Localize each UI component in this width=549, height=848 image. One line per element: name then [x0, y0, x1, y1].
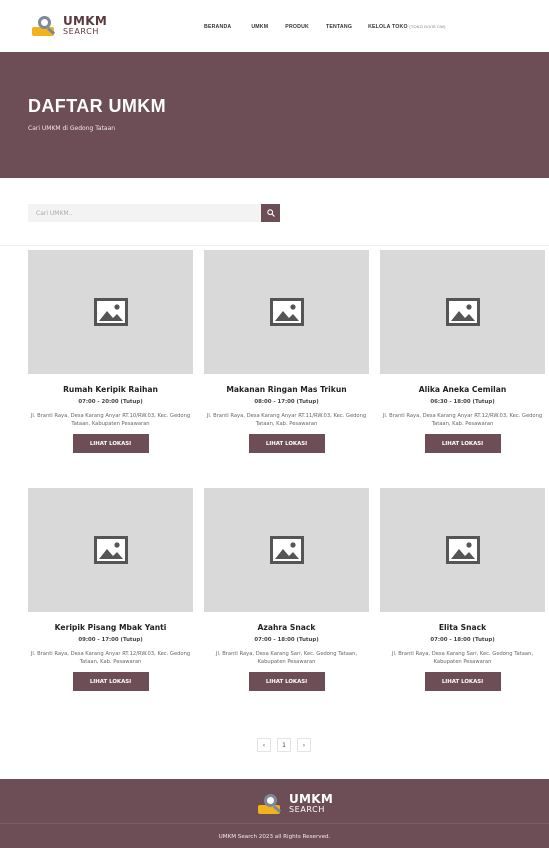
logo-text-search: SEARCH — [63, 26, 99, 36]
card-image — [204, 488, 369, 612]
footer-logo-text-umkm: UMKM — [289, 791, 334, 806]
card-title: Keripik Pisang Mbak Yanti — [54, 623, 167, 632]
nav-item-kelola-toko-label: KELOLA TOKO — [368, 24, 408, 30]
card-title: Makanan Ringan Mas Trikun — [226, 385, 347, 394]
card-address: Jl. Branti Raya, Desa Karang Anyar RT.10… — [30, 413, 191, 427]
pagination-next[interactable]: › — [297, 738, 311, 752]
card-hours: 07:00 - 18:00 (Tutup) — [430, 637, 495, 643]
card-hours: 09:00 - 17:00 (Tutup) — [78, 637, 143, 643]
pagination: ‹ 1 › — [257, 738, 311, 752]
page-title: DAFTAR UMKM — [28, 96, 167, 116]
main-nav: BERANDA UMKM PRODUK TENTANG KELOLA TOKO … — [204, 24, 446, 30]
nav-item-beranda[interactable]: BERANDA — [204, 24, 231, 30]
card-hours: 07:00 - 18:00 (Tutup) — [254, 637, 319, 643]
view-location-button[interactable]: LIHAT LOKASI — [72, 672, 149, 691]
header-logo[interactable]: UMKM SEARCH — [32, 14, 107, 36]
card-image — [28, 488, 193, 612]
search-icon — [266, 209, 275, 217]
view-location-button[interactable]: LIHAT LOKASI — [248, 434, 325, 453]
umkm-card: Rumah Keripik Raihan 07:00 - 20:00 (Tutu… — [28, 250, 193, 488]
footer: UMKM SEARCH UMKM Search 2023 all Rights … — [0, 779, 549, 848]
image-placeholder-icon — [445, 536, 480, 564]
nav-item-kelola-toko-sub: (TOKO DIVIS CW) — [409, 24, 446, 29]
card-title: Alika Aneka Cemilan — [418, 385, 507, 394]
search-button[interactable] — [261, 204, 280, 222]
image-placeholder-icon — [269, 536, 304, 564]
card-address: Jl. Branti Raya, Desa Karang Anyar RT.11… — [206, 413, 367, 427]
card-title: Rumah Keripik Raihan — [63, 385, 158, 394]
image-placeholder-icon — [269, 298, 304, 326]
pagination-page-1[interactable]: 1 — [277, 738, 291, 752]
nav-item-umkm[interactable]: UMKM — [251, 24, 268, 30]
card-title: Elita Snack — [438, 623, 487, 632]
magnifier-logo-icon — [32, 14, 60, 36]
page-subtitle: Cari UMKM di Gedong Tataan — [28, 125, 116, 132]
section-divider — [0, 245, 549, 246]
nav-item-tentang[interactable]: TENTANG — [326, 24, 352, 30]
image-placeholder-icon — [445, 298, 480, 326]
footer-divider — [0, 823, 549, 824]
card-address: Jl. Branti Raya, Desa Karang Sari, Kec. … — [391, 651, 534, 665]
nav-item-produk[interactable]: PRODUK — [285, 24, 309, 30]
card-image — [28, 250, 193, 374]
hero-banner: DAFTAR UMKM Cari UMKM di Gedong Tataan — [0, 52, 549, 178]
card-title: Azahra Snack — [257, 623, 316, 632]
magnifier-logo-icon — [258, 792, 286, 814]
image-placeholder-icon — [93, 298, 128, 326]
umkm-card: Elita Snack 07:00 - 18:00 (Tutup) Jl. Br… — [380, 488, 545, 726]
card-hours: 06:30 - 18:00 (Tutup) — [430, 399, 495, 405]
view-location-button[interactable]: LIHAT LOKASI — [424, 434, 501, 453]
top-navbar: UMKM SEARCH BERANDA UMKM PRODUK TENTANG … — [0, 0, 549, 52]
card-address: Jl. Branti Raya, Desa Karang Anyar RT.12… — [382, 413, 543, 427]
umkm-card: Alika Aneka Cemilan 06:30 - 18:00 (Tutup… — [380, 250, 545, 488]
footer-logo-text-search: SEARCH — [289, 804, 325, 814]
logo-text-umkm: UMKM — [63, 13, 108, 28]
card-image — [380, 488, 545, 612]
umkm-grid: Rumah Keripik Raihan 07:00 - 20:00 (Tutu… — [28, 250, 545, 726]
umkm-card: Azahra Snack 07:00 - 18:00 (Tutup) Jl. B… — [204, 488, 369, 726]
umkm-card: Makanan Ringan Mas Trikun 08:00 - 17:00 … — [204, 250, 369, 488]
footer-logo[interactable]: UMKM SEARCH — [258, 792, 333, 814]
card-image — [204, 250, 369, 374]
view-location-button[interactable]: LIHAT LOKASI — [248, 672, 325, 691]
card-hours: 07:00 - 20:00 (Tutup) — [78, 399, 143, 405]
nav-item-kelola-toko[interactable]: KELOLA TOKO (TOKO DIVIS CW) — [368, 24, 446, 30]
view-location-button[interactable]: LIHAT LOKASI — [424, 672, 501, 691]
copyright-text: UMKM Search 2023 all Rights Reserved. — [218, 834, 331, 840]
image-placeholder-icon — [93, 536, 128, 564]
umkm-card: Keripik Pisang Mbak Yanti 09:00 - 17:00 … — [28, 488, 193, 726]
search-bar — [28, 204, 280, 222]
view-location-button[interactable]: LIHAT LOKASI — [72, 434, 149, 453]
search-input[interactable] — [28, 204, 261, 222]
card-address: Jl. Branti Raya, Desa Karang Anyar RT.12… — [30, 651, 191, 665]
card-hours: 08:00 - 17:00 (Tutup) — [254, 399, 319, 405]
pagination-prev[interactable]: ‹ — [257, 738, 271, 752]
card-image — [380, 250, 545, 374]
card-address: Jl. Branti Raya, Desa Karang Sari, Kec. … — [215, 651, 358, 665]
